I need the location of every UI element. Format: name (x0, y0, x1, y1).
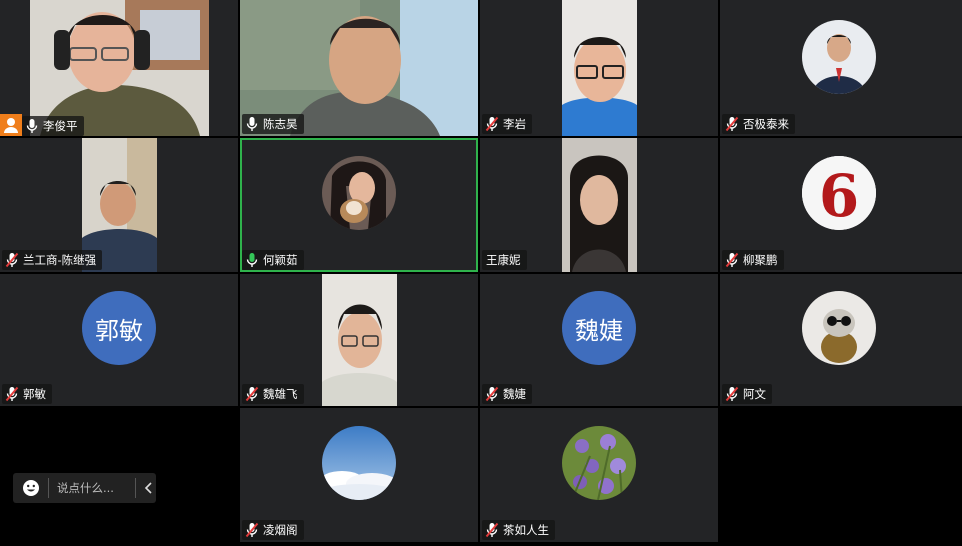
participant-name: 魏婕 (503, 387, 526, 401)
participant-tile[interactable]: 李岩 (480, 0, 718, 136)
mic-muted-icon (245, 386, 259, 402)
participant-name: 郭敏 (23, 387, 46, 401)
svg-text:6: 6 (819, 162, 859, 230)
participant-initials-avatar: 魏婕 (562, 291, 636, 365)
participant-tile[interactable]: 陈志昊 (240, 0, 478, 136)
participant-tile[interactable]: 茶如人生 (480, 408, 718, 542)
participant-tile[interactable]: 王康妮 (480, 138, 718, 272)
participant-tile[interactable]: 6 柳聚鹏 (720, 138, 962, 272)
mic-muted-icon (725, 386, 739, 402)
participant-name-label: 否极泰来 (722, 114, 795, 134)
mic-muted-icon (485, 522, 499, 538)
participant-name-label: 郭敏 (2, 384, 52, 404)
mic-icon (25, 118, 39, 134)
participant-name-label: 兰工商-陈继强 (2, 250, 103, 270)
participant-name-label: 何颖茹 (242, 250, 304, 270)
mic-muted-icon (245, 522, 259, 538)
participant-tile[interactable]: 李俊平 (0, 0, 238, 136)
mic-muted-icon (725, 116, 739, 132)
participant-name-label: 陈志昊 (242, 114, 304, 134)
participant-tile[interactable]: 兰工商-陈继强 (0, 138, 238, 272)
chevron-left-icon[interactable] (144, 482, 154, 494)
participant-name-label: 李俊平 (22, 116, 84, 136)
participant-name-label: 李岩 (482, 114, 532, 134)
participant-name: 柳聚鹏 (743, 253, 778, 267)
chat-input-bar[interactable]: 说点什么... (13, 473, 156, 503)
participant-name: 否极泰来 (743, 117, 789, 131)
host-icon (0, 114, 22, 136)
mic-muted-icon (485, 116, 499, 132)
chat-input-placeholder[interactable]: 说点什么... (57, 480, 127, 496)
participant-name: 何颖茹 (263, 253, 298, 267)
participant-name: 茶如人生 (503, 523, 549, 537)
participant-name-label: 柳聚鹏 (722, 250, 784, 270)
participant-avatar (562, 426, 636, 500)
video-grid: 李俊平 陈志昊 李岩 否极泰来 兰工商-陈继强 何颖茹 王康妮 6 柳聚鹏 郭敏… (0, 0, 962, 546)
participant-name-label: 凌烟阁 (242, 520, 304, 540)
participant-name-label: 茶如人生 (482, 520, 555, 540)
participant-name: 阿文 (743, 387, 766, 401)
participant-avatar (322, 156, 396, 230)
participant-name: 陈志昊 (263, 117, 298, 131)
mic-icon (245, 116, 259, 132)
participant-avatar: 6 (802, 156, 876, 230)
mic-muted-icon (5, 386, 19, 402)
participant-video (562, 138, 637, 272)
participant-tile[interactable]: 阿文 (720, 274, 962, 406)
participant-tile[interactable]: 魏婕 魏婕 (480, 274, 718, 406)
divider (48, 478, 49, 498)
participant-avatar (802, 291, 876, 365)
participant-name-label: 王康妮 (482, 250, 527, 270)
participant-tile[interactable]: 魏雄飞 (240, 274, 478, 406)
mic-muted-icon (485, 386, 499, 402)
participant-video (562, 0, 637, 136)
participant-name-label: 阿文 (722, 384, 772, 404)
mic-muted-icon (5, 252, 19, 268)
participant-avatar (802, 20, 876, 94)
participant-name-label: 魏雄飞 (242, 384, 304, 404)
divider (135, 478, 136, 498)
participant-avatar (322, 426, 396, 500)
participant-video (322, 274, 397, 406)
participant-name: 李俊平 (43, 119, 78, 133)
participant-name: 魏雄飞 (263, 387, 298, 401)
participant-name-label: 魏婕 (482, 384, 532, 404)
participant-name: 王康妮 (486, 253, 521, 267)
participant-tile[interactable]: 凌烟阁 (240, 408, 478, 542)
participant-tile[interactable]: 否极泰来 (720, 0, 962, 136)
participant-name: 李岩 (503, 117, 526, 131)
participant-tile[interactable]: 郭敏 郭敏 (0, 274, 238, 406)
participant-name: 凌烟阁 (263, 523, 298, 537)
emoji-icon[interactable] (22, 479, 40, 497)
mic-muted-icon (725, 252, 739, 268)
mic-icon (245, 252, 259, 268)
participant-initials-avatar: 郭敏 (82, 291, 156, 365)
participant-tile-active-speaker[interactable]: 何颖茹 (240, 138, 478, 272)
participant-name: 兰工商-陈继强 (23, 253, 97, 267)
